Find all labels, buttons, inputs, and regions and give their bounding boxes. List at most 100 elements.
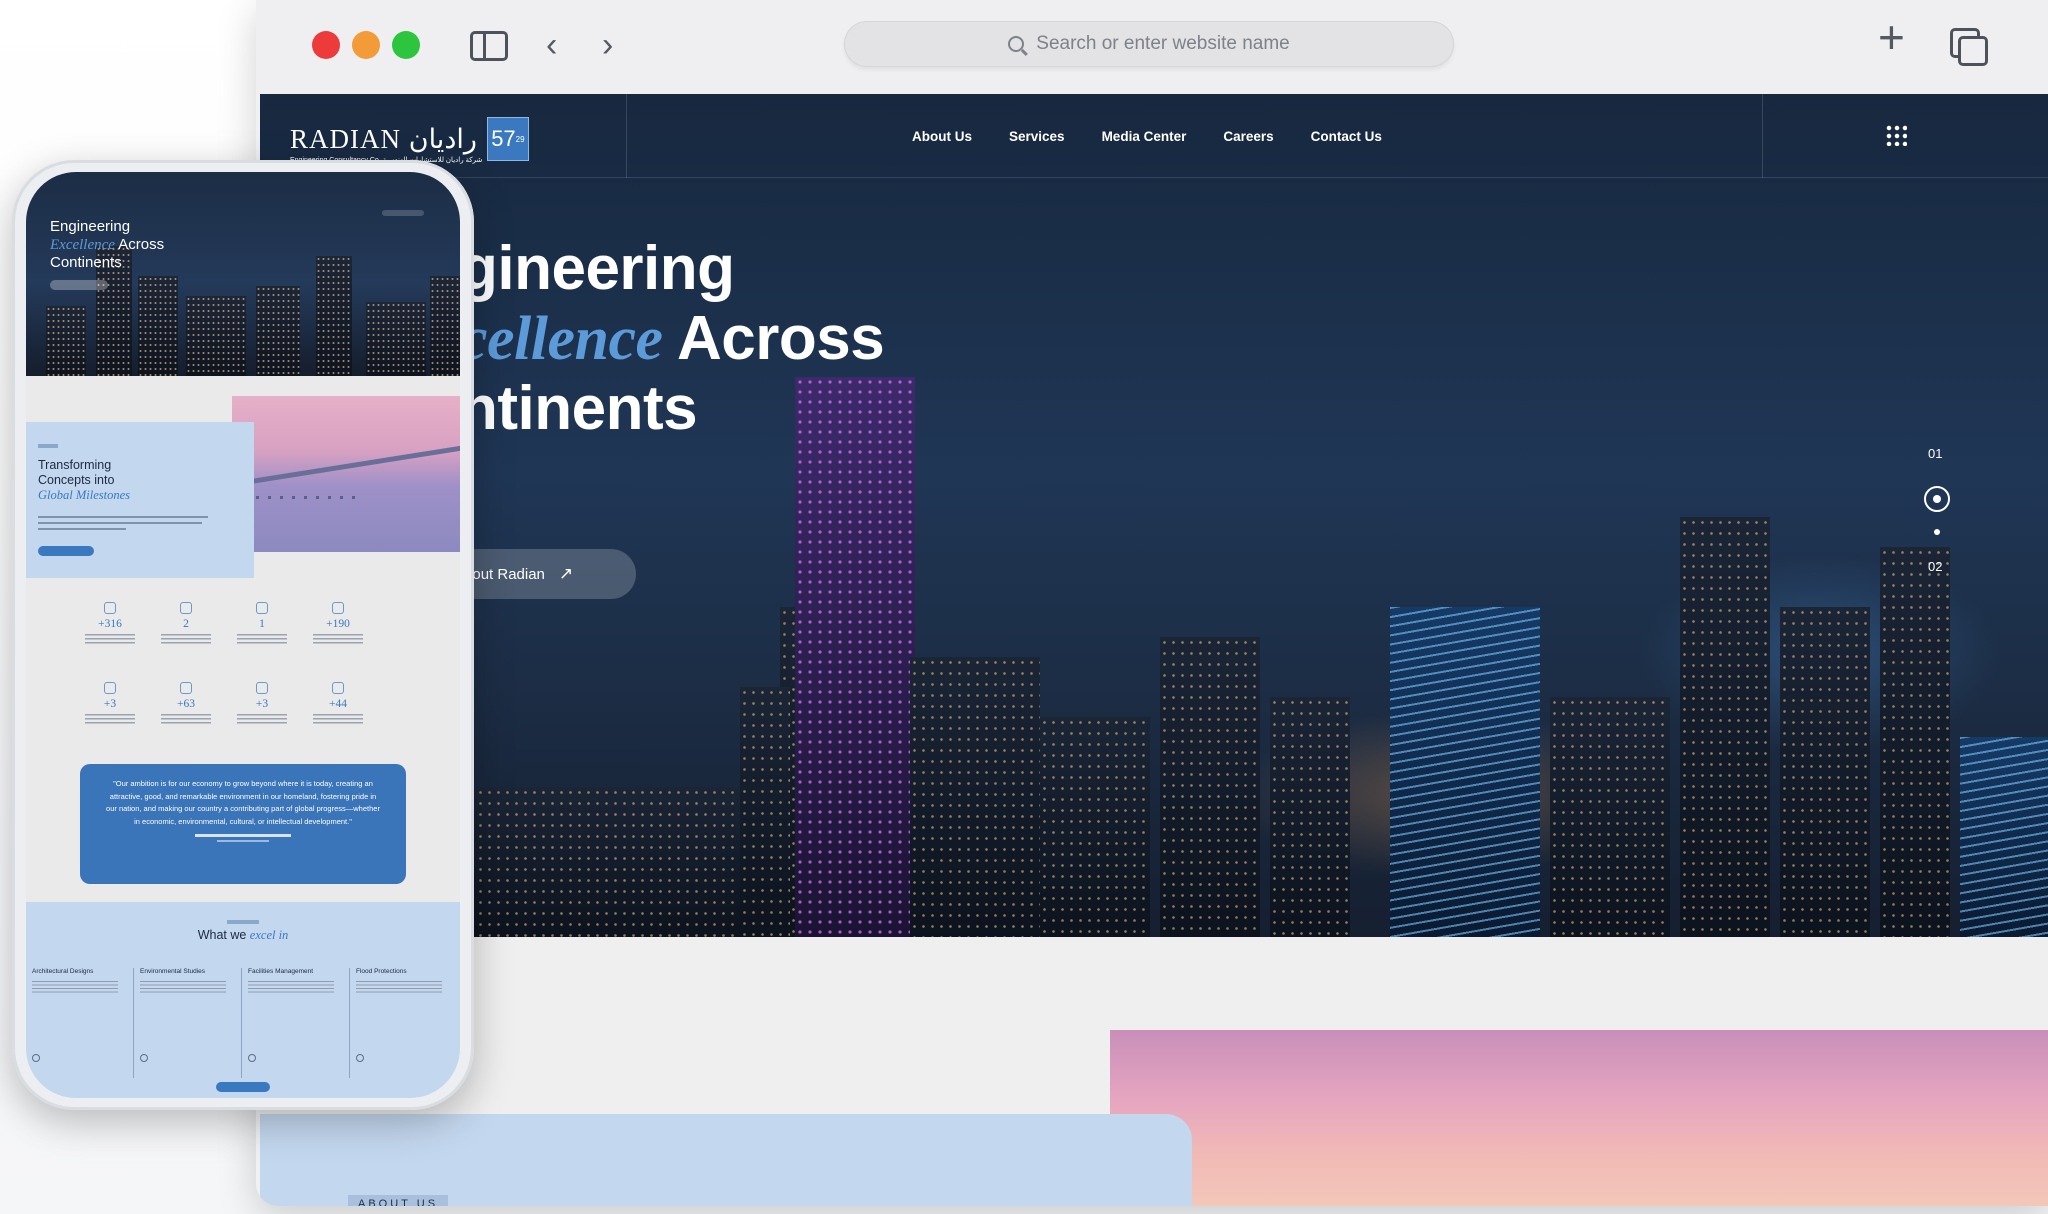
header-divider [1762,94,1763,178]
sidebar-toggle-icon[interactable] [470,31,508,61]
slide-number-01[interactable]: 01 [1928,446,1942,461]
services-title-text: What we [197,928,250,942]
desktop-browser-window: ‹ › Search or enter website name + RADIA… [256,0,2048,1206]
mobile-device-frame: Engineering Excellence Across Continents… [12,160,474,1110]
new-tab-icon[interactable]: + [1878,14,1905,60]
skyline-building [1960,737,2048,937]
back-icon[interactable]: ‹ [546,26,557,64]
logo-wordmark: RADIAN راديان [290,123,477,154]
mobile-hero-line3: Continents [50,254,122,271]
skyline-building [1390,607,1540,937]
service-column[interactable]: Flood Protections [350,968,458,1078]
site-logo[interactable]: RADIAN راديان 5729 Engineering Consultan… [290,114,529,164]
stat-icon [180,602,192,614]
service-column[interactable]: Architectural Designs [26,968,134,1078]
slide-dot[interactable] [1934,529,1940,535]
service-description [356,981,442,993]
service-title: Flood Protections [356,968,407,975]
mobile-about-card: Transforming Concepts into Global Milest… [26,422,254,578]
mobile-about-text [38,522,202,524]
skyline-building [186,296,246,376]
close-window-button[interactable] [312,31,340,59]
mobile-services-title: What we excel in [26,928,460,943]
nav-item-careers[interactable]: Careers [1223,129,1273,144]
mobile-hero-accent: Excellence [50,237,115,253]
stat-icon [256,602,268,614]
skyline-building [1680,517,1770,937]
stat-item: +316 [72,602,148,646]
skyline-building [366,302,426,376]
mobile-services-button[interactable] [216,1082,270,1092]
skyline-building [1880,547,1950,937]
stat-value: +3 [103,698,117,710]
mobile-bridge-image [232,396,460,552]
stat-icon [256,682,268,694]
hero-title: gineering cellence Across ntinents [460,234,885,444]
mobile-quote-card: "Our ambition is for our economy to grow… [80,764,406,884]
mobile-hero-title: Engineering Excellence Across Continents [50,218,164,272]
menu-grid-icon[interactable] [1885,124,1907,146]
mobile-about-text [38,528,126,530]
services-title-accent: excel in [249,928,289,942]
slide-number-02[interactable]: 02 [1928,559,1942,574]
stat-item: +63 [148,682,224,726]
stat-description [237,634,287,646]
mobile-about-title: Transforming Concepts into Global Milest… [38,458,130,503]
stat-value: +316 [98,618,122,630]
nav-item-services[interactable]: Services [1009,129,1065,144]
quote-author-title [217,840,269,842]
showcase-stage: ‹ › Search or enter website name + RADIA… [0,0,2048,1214]
stat-item: +3 [72,682,148,726]
plus-circle-icon[interactable] [32,1054,40,1062]
mobile-hero-button[interactable] [50,280,108,290]
stat-description [313,714,363,726]
mobile-about-line1: Transforming [38,458,112,472]
stat-value: +3 [255,698,269,710]
stat-item: +3 [224,682,300,726]
minimize-window-button[interactable] [352,31,380,59]
forward-icon[interactable]: › [602,26,613,64]
mobile-services-tag [227,920,259,924]
mobile-about-tag [38,444,58,448]
address-placeholder: Search or enter website name [1036,33,1290,54]
active-slide-indicator[interactable] [1924,486,1950,512]
skyline-building [46,306,86,376]
service-column[interactable]: Facilities Management [242,968,350,1078]
stat-value: +190 [326,618,350,630]
stat-description [161,714,211,726]
stat-description [85,634,135,646]
status-bar [382,210,424,216]
nav-item-contact-us[interactable]: Contact Us [1311,129,1382,144]
mobile-about-button[interactable] [38,546,94,556]
skyline-building [316,256,352,376]
arrow-up-right-icon: ↗ [558,564,574,583]
mobile-hero: Engineering Excellence Across Continents [26,172,460,376]
service-description [32,981,118,993]
quote-author [195,834,291,837]
mobile-about-accent: Global Milestones [38,488,131,502]
stat-description [85,714,135,726]
skyline-building [1040,717,1150,937]
mobile-about-line2: Concepts into [38,473,115,487]
zoom-window-button[interactable] [392,31,420,59]
skyline-building [138,276,178,376]
mobile-services-section: What we excel in Architectural Designs E… [26,902,460,1098]
tab-overview-icon[interactable] [1950,28,1988,66]
logo-badge-number: 57 [491,126,516,151]
plus-circle-icon[interactable] [356,1054,364,1062]
service-column[interactable]: Environmental Studies [134,968,242,1078]
plus-circle-icon[interactable] [140,1054,148,1062]
stat-icon [104,602,116,614]
address-bar[interactable]: Search or enter website name [844,21,1454,67]
hero-title-line3: ntinents [460,374,698,443]
stat-description [161,634,211,646]
plus-circle-icon[interactable] [248,1054,256,1062]
stat-item: 1 [224,602,300,646]
logo-badge-sup: 29 [515,134,525,144]
nav-item-about-us[interactable]: About Us [912,129,972,144]
stat-value: +63 [177,698,195,710]
nav-item-media-center[interactable]: Media Center [1102,129,1187,144]
browser-toolbar: ‹ › Search or enter website name + [256,0,2048,94]
search-icon [1008,36,1025,52]
site-header: RADIAN راديان 5729 Engineering Consultan… [260,94,2048,178]
